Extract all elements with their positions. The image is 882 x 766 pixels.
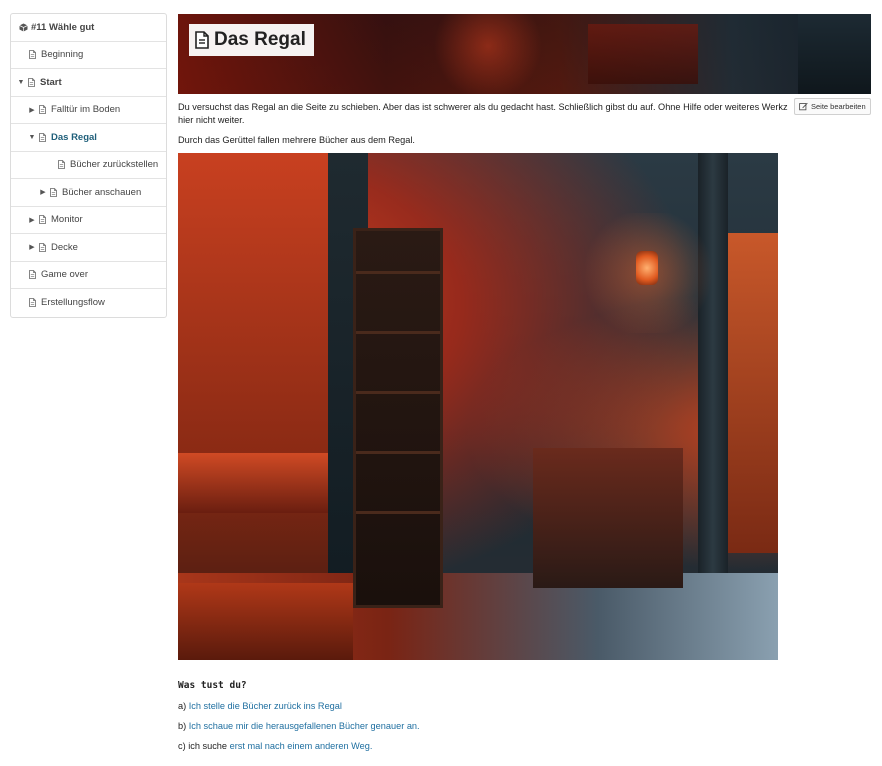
sidebar-item[interactable]: Game over xyxy=(11,262,166,289)
sidebar-item[interactable]: Bücher zurückstellen xyxy=(11,152,166,179)
banner-shelf xyxy=(588,24,698,84)
sidebar-item[interactable]: Erstellungsflow xyxy=(11,289,166,317)
sidebar-item-label: #11 Wähle gut xyxy=(31,21,95,33)
page-header-banner: Das Regal xyxy=(178,14,871,94)
intro-paragraph: Du versuchst das Regal an die Seite zu s… xyxy=(178,101,788,126)
choice-link[interactable]: Ich schaue mir die herausgefallenen Büch… xyxy=(189,721,420,731)
choice-prefix: b) xyxy=(178,721,189,731)
document-icon xyxy=(29,298,36,308)
choice-link[interactable]: erst mal nach einem anderen Weg. xyxy=(230,741,373,751)
document-icon xyxy=(29,50,36,60)
sidebar-item[interactable]: ▶ Monitor xyxy=(11,207,166,234)
caret-right-icon[interactable]: ▶ xyxy=(28,243,36,251)
lantern-icon xyxy=(636,251,658,285)
sidebar-item[interactable]: ▶ Falltür im Boden xyxy=(11,97,166,124)
shelf-board xyxy=(356,391,440,394)
shelf-board xyxy=(356,271,440,274)
choice-option: b) Ich schaue mir die herausgefallenen B… xyxy=(178,721,420,731)
scene-bookshelf xyxy=(353,228,443,608)
choice-prefix: a) xyxy=(178,701,189,711)
document-icon xyxy=(39,105,46,115)
intro-line: Du versuchst das Regal an die Seite zu s… xyxy=(178,102,788,112)
document-icon xyxy=(58,160,65,170)
sidebar-item-label: Decke xyxy=(51,241,78,253)
question-heading: Was tust du? xyxy=(178,680,247,691)
sidebar-item[interactable]: Beginning xyxy=(11,42,166,69)
sidebar-item-label: Bücher zurückstellen xyxy=(70,159,159,171)
edit-icon xyxy=(799,102,808,111)
caret-down-icon[interactable]: ▼ xyxy=(28,134,36,141)
page-tree-sidebar: #11 Wähle gut Beginning ▼ Start ▶ Falltür im … xyxy=(10,13,167,318)
document-icon xyxy=(39,242,46,252)
document-icon xyxy=(50,187,57,197)
sidebar-item-label: Erstellungsflow xyxy=(41,297,105,309)
document-icon xyxy=(195,31,209,49)
shelf-board xyxy=(356,331,440,334)
sidebar-item-label: Beginning xyxy=(41,49,84,61)
banner-glow xyxy=(428,14,548,94)
scene-desk xyxy=(533,448,683,588)
sidebar-item-label: Game over xyxy=(41,269,88,281)
sidebar-item[interactable]: #11 Wähle gut xyxy=(11,14,166,42)
sidebar-item-label: Falltür im Boden xyxy=(51,104,121,116)
scene-image xyxy=(178,153,778,660)
document-icon xyxy=(39,215,46,225)
sidebar-item-label: Monitor xyxy=(51,214,83,226)
intro-line: hier nicht weiter. xyxy=(178,114,245,125)
caret-right-icon[interactable]: ▶ xyxy=(28,106,36,114)
sidebar-item[interactable]: ▶ Decke xyxy=(11,234,166,262)
choice-prefix: c) ich suche xyxy=(178,741,230,751)
scene-table xyxy=(178,583,353,660)
sidebar-item-label: Start xyxy=(40,76,62,88)
shelf-board xyxy=(356,511,440,514)
choice-option: a) Ich stelle die Bücher zurück ins Rega… xyxy=(178,701,342,711)
intro-paragraph-2: Durch das Gerüttel fallen mehrere Bücher… xyxy=(178,135,415,145)
document-icon xyxy=(28,77,35,87)
edit-page-label: Seite bearbeiten xyxy=(811,102,866,111)
page-tree-list: #11 Wähle gut Beginning ▼ Start ▶ Falltür im … xyxy=(11,14,166,317)
edit-page-button[interactable]: Seite bearbeiten xyxy=(794,98,871,115)
scene-doorway xyxy=(728,233,778,553)
choice-link[interactable]: Ich stelle die Bücher zurück ins Regal xyxy=(189,701,342,711)
choice-option: c) ich suche erst mal nach einem anderen… xyxy=(178,741,372,751)
cube-icon xyxy=(19,23,28,32)
sidebar-item[interactable]: ▶ Bücher anschauen xyxy=(11,179,166,207)
shelf-board xyxy=(356,451,440,454)
sidebar-item-label: Bücher anschauen xyxy=(62,186,142,198)
caret-right-icon[interactable]: ▶ xyxy=(39,188,47,196)
page-title-box: Das Regal xyxy=(189,24,314,56)
sidebar-item[interactable]: ▼ Das Regal xyxy=(11,124,166,152)
document-icon xyxy=(39,132,46,142)
sidebar-item-label: Das Regal xyxy=(51,131,97,143)
document-icon xyxy=(29,270,36,280)
sidebar-item[interactable]: ▼ Start xyxy=(11,69,166,97)
banner-shelf-right xyxy=(798,14,871,94)
page-title: Das Regal xyxy=(214,29,306,50)
caret-down-icon[interactable]: ▼ xyxy=(17,79,25,86)
caret-right-icon[interactable]: ▶ xyxy=(28,216,36,224)
